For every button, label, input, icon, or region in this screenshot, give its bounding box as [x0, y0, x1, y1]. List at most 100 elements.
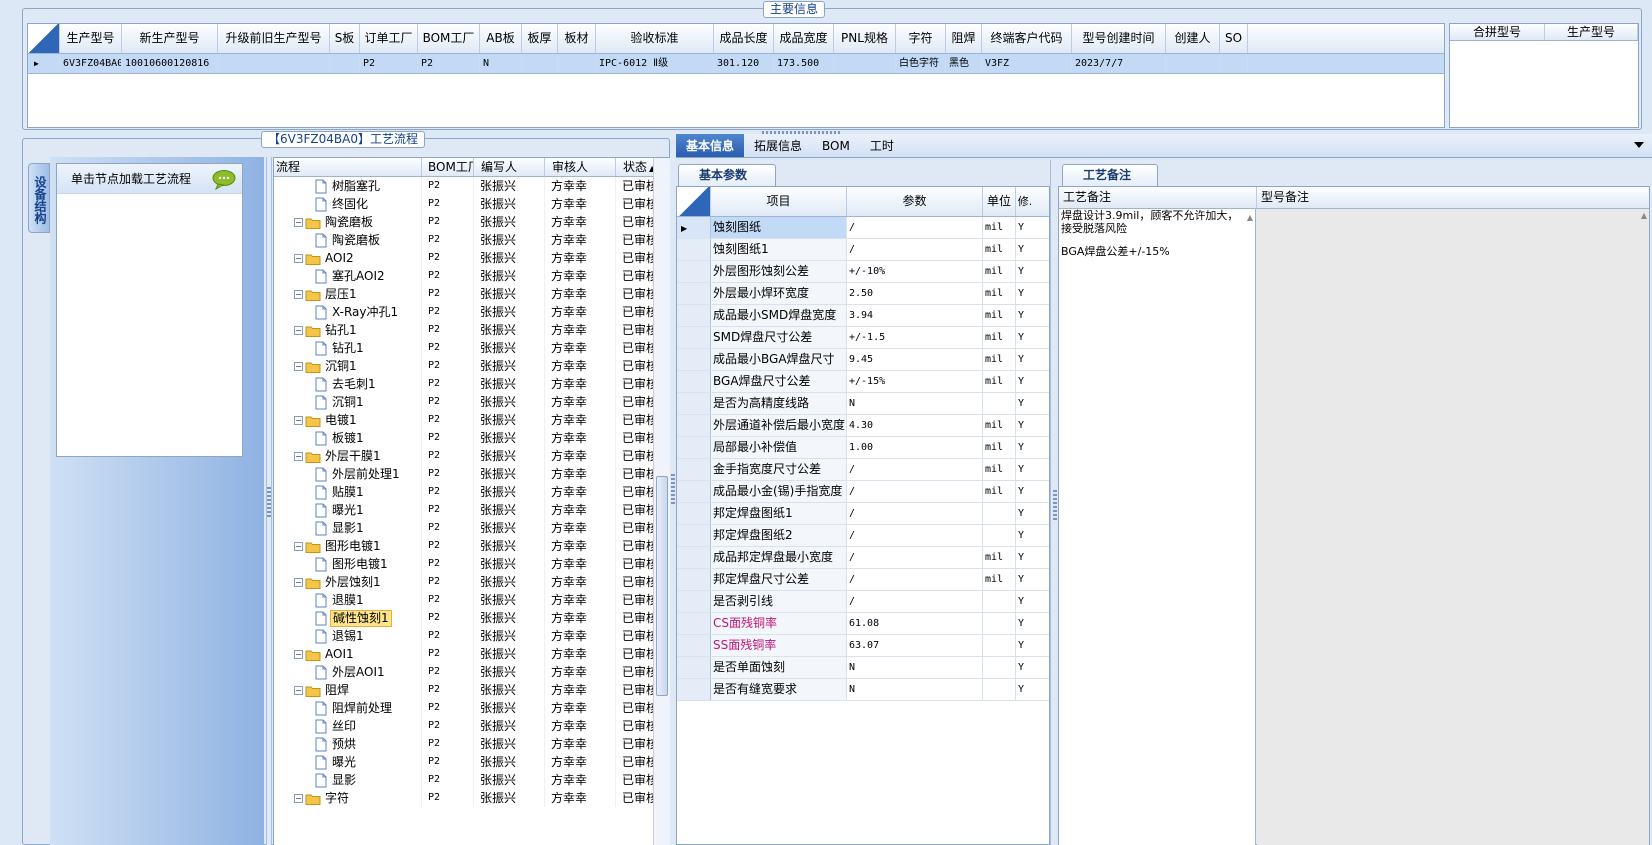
row-indicator[interactable]	[677, 525, 711, 546]
params-row[interactable]: SS面残铜率 63.07 Y	[677, 635, 1049, 657]
tree-row[interactable]: − 沉铜1 P2 张振兴 方幸幸 已审核	[274, 357, 670, 375]
param-value[interactable]: 9.45	[847, 349, 983, 370]
param-flag[interactable]: Y	[1016, 503, 1034, 524]
params-col-unit[interactable]: 单位	[983, 187, 1016, 216]
main-cell-12[interactable]	[834, 54, 896, 73]
row-indicator[interactable]	[677, 591, 711, 612]
param-value[interactable]: /	[847, 525, 983, 546]
tree-node-label[interactable]: 层压1	[323, 287, 359, 302]
tree-row[interactable]: 陶瓷磨板 P2 张振兴 方幸幸 已审核	[274, 231, 670, 249]
tree-node-label[interactable]: 电镀1	[323, 413, 359, 428]
process-tree-grid[interactable]: 流程 BOM工厂 编写人 审核人 状态▲ 树脂塞孔P2张振兴方幸幸已审核终固化P…	[273, 157, 671, 845]
basic-params-grid[interactable]: 项目 参数 单位 修. ▶ 蚀刻图纸 / mil Y 蚀刻图纸1/mil Y 外层图形蚀刻公差…	[676, 186, 1050, 845]
main-col-header-18[interactable]: SO	[1220, 24, 1248, 53]
main-col-header-10[interactable]: 成品长度	[714, 24, 774, 53]
param-value[interactable]: +/-1.5	[847, 327, 983, 348]
param-flag[interactable]: Y	[1016, 217, 1034, 238]
tree-col-reviewer[interactable]: 审核人	[545, 158, 616, 176]
tree-node-label[interactable]: 板镀1	[330, 431, 366, 446]
tree-row[interactable]: − 字符 P2 张振兴 方幸幸 已审核	[274, 789, 670, 807]
params-row[interactable]: ▶ 蚀刻图纸 / mil Y	[677, 217, 1049, 239]
row-indicator[interactable]	[677, 371, 711, 392]
params-row[interactable]: 局部最小补偿值 1.00 mil Y	[677, 437, 1049, 459]
param-flag[interactable]: Y	[1016, 415, 1034, 436]
main-col-header-13[interactable]: 字符	[896, 24, 946, 53]
params-row[interactable]: 外层图形蚀刻公差 +/-10% mil Y	[677, 261, 1049, 283]
main-col-header-16[interactable]: 型号创建时间	[1072, 24, 1166, 53]
params-row[interactable]: 外层通道补偿后最小宽度 4.30 mil Y	[677, 415, 1049, 437]
tree-row[interactable]: 曝光 P2 张振兴 方幸幸 已审核	[274, 753, 670, 771]
collapse-toggle-icon[interactable]: −	[294, 218, 303, 227]
param-value[interactable]: /	[847, 547, 983, 568]
tab-extended-info[interactable]: 拓展信息	[744, 134, 812, 157]
row-indicator[interactable]	[677, 415, 711, 436]
main-cell-13[interactable]: 白色字符	[896, 54, 946, 73]
collapse-toggle-icon[interactable]: −	[294, 542, 303, 551]
row-indicator[interactable]	[677, 481, 711, 502]
tree-row[interactable]: 沉铜1 P2 张振兴 方幸幸 已审核	[274, 393, 670, 411]
tree-node-label[interactable]: 贴膜1	[330, 485, 366, 500]
collapse-toggle-icon[interactable]: −	[294, 650, 303, 659]
tab-equipment-structure[interactable]: 设备结构	[28, 163, 50, 233]
param-flag[interactable]: Y	[1016, 327, 1034, 348]
row-indicator[interactable]: ▶	[677, 217, 711, 238]
params-row[interactable]: BGA焊盘尺寸公差 +/-15% mil Y	[677, 371, 1049, 393]
main-col-header-3[interactable]: S板	[330, 24, 360, 53]
tree-node-label[interactable]: AOI1	[323, 647, 356, 662]
param-value[interactable]: /	[847, 217, 983, 238]
param-value[interactable]: N	[847, 679, 983, 700]
params-row[interactable]: 成品最小BGA焊盘尺寸 9.45 mil Y	[677, 349, 1049, 371]
main-cell-11[interactable]: 173.500	[774, 54, 834, 73]
params-row[interactable]: SMD焊盘尺寸公差 +/-1.5 mil Y	[677, 327, 1049, 349]
tree-node-label[interactable]: 外层干膜1	[323, 449, 383, 464]
tree-node-label[interactable]: 丝印	[330, 719, 358, 734]
tree-row[interactable]: 图形电镀1 P2 张振兴 方幸幸 已审核	[274, 555, 670, 573]
params-row[interactable]: 邦定焊盘图纸1/ Y	[677, 503, 1049, 525]
row-indicator[interactable]	[677, 305, 711, 326]
main-col-header-8[interactable]: 板材	[558, 24, 596, 53]
tree-row[interactable]: 退膜1 P2 张振兴 方幸幸 已审核	[274, 591, 670, 609]
main-col-header-1[interactable]: 新生产型号	[122, 24, 218, 53]
tree-node-label[interactable]: 阻焊前处理	[330, 701, 394, 716]
row-indicator[interactable]	[677, 635, 711, 656]
main-cell-10[interactable]: 301.120	[714, 54, 774, 73]
params-row[interactable]: 外层最小焊环宽度 2.50 mil Y	[677, 283, 1049, 305]
tree-node-label[interactable]: 图形电镀1	[330, 557, 390, 572]
main-col-header-9[interactable]: 验收标准	[596, 24, 714, 53]
param-flag[interactable]: Y	[1016, 657, 1034, 678]
param-value[interactable]: /	[847, 591, 983, 612]
param-flag[interactable]: Y	[1016, 239, 1034, 260]
tab-basic-params[interactable]: 基本参数	[678, 164, 776, 186]
params-corner[interactable]	[677, 187, 711, 216]
param-value[interactable]: 1.00	[847, 437, 983, 458]
param-flag[interactable]: Y	[1016, 283, 1034, 304]
tree-node-label[interactable]: 终固化	[330, 197, 370, 212]
tree-row[interactable]: − 阻焊 P2 张振兴 方幸幸 已审核	[274, 681, 670, 699]
tab-process-notes[interactable]: 工艺备注	[1062, 164, 1158, 186]
param-value[interactable]: 63.07	[847, 635, 983, 656]
tree-row[interactable]: − AOI1 P2 张振兴 方幸幸 已审核	[274, 645, 670, 663]
tree-node-label[interactable]: 沉铜1	[330, 395, 366, 410]
tree-row[interactable]: − 图形电镀1 P2 张振兴 方幸幸 已审核	[274, 537, 670, 555]
tree-row[interactable]: 显影1 P2 张振兴 方幸幸 已审核	[274, 519, 670, 537]
row-indicator[interactable]	[677, 349, 711, 370]
main-col-header-11[interactable]: 成品宽度	[774, 24, 834, 53]
tree-node-label[interactable]: 显影1	[330, 521, 366, 536]
row-indicator[interactable]	[677, 459, 711, 480]
row-indicator[interactable]	[677, 393, 711, 414]
param-flag[interactable]: Y	[1016, 679, 1034, 700]
tree-row[interactable]: − 外层蚀刻1 P2 张振兴 方幸幸 已审核	[274, 573, 670, 591]
tree-scroll-thumb[interactable]	[656, 476, 668, 696]
node-hint[interactable]: 单击节点加载工艺流程	[57, 164, 242, 194]
main-col-header-12[interactable]: PNL规格	[834, 24, 896, 53]
tree-col-writer[interactable]: 编写人	[474, 158, 545, 176]
main-col-header-7[interactable]: 板厚	[522, 24, 558, 53]
param-flag[interactable]: Y	[1016, 459, 1034, 480]
tree-row[interactable]: − 陶瓷磨板 P2 张振兴 方幸幸 已审核	[274, 213, 670, 231]
row-indicator[interactable]	[677, 261, 711, 282]
params-col-value[interactable]: 参数	[847, 187, 983, 216]
params-row[interactable]: 成品最小金(锡)手指宽度 / mil Y	[677, 481, 1049, 503]
params-row[interactable]: 是否为高精度线路 N Y	[677, 393, 1049, 415]
tree-col-status[interactable]: 状态 ▲	[616, 158, 655, 176]
row-indicator[interactable]	[677, 613, 711, 634]
